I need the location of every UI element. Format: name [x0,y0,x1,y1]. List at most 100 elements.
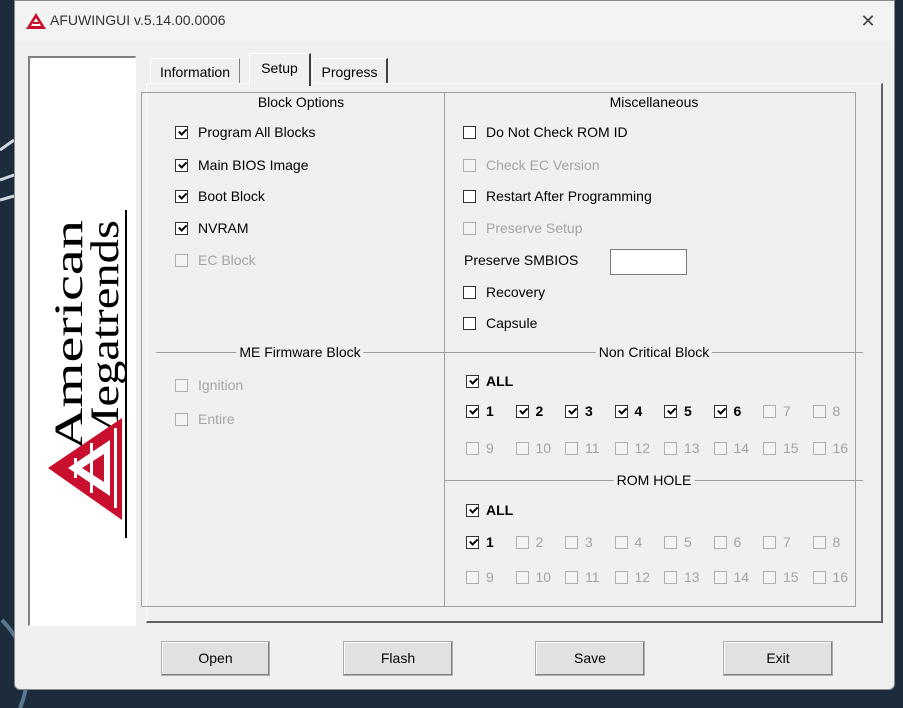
non-critical-block-3-checkbox-box[interactable] [565,404,578,418]
checkbox-do-not-check-rom-id-label: Do Not Check ROM ID [486,124,628,140]
checkbox-boot-block-box[interactable] [175,189,188,203]
checkbox-do-not-check-rom-id-box[interactable] [463,125,476,139]
checkbox-main-bios-image[interactable]: Main BIOS Image [175,156,309,174]
rom-hole-block-9-checkbox-label: 9 [486,569,494,585]
checkbox-me-ignition-box [175,378,188,392]
checkbox-restart-after-programming[interactable]: Restart After Programming [463,187,652,205]
rom-hole-block-12-checkbox: 12 [614,568,651,586]
title-bar: AFUWINGUI v.5.14.00.0006 ✕ [15,1,894,41]
rom-hole-block-10-checkbox-box [515,570,529,584]
non-critical-block-2-checkbox[interactable]: 2 [515,402,544,420]
checkbox-recovery[interactable]: Recovery [463,283,545,301]
rom-hole-block-14-checkbox-label: 14 [733,569,750,585]
non-critical-block-12-checkbox-label: 12 [634,440,651,456]
non-critical-block-16-checkbox-label: 16 [832,440,849,456]
ami-logo-icon [26,13,46,29]
rom-hole-block-12-checkbox-label: 12 [634,569,651,585]
non-critical-block-4-checkbox-box[interactable] [614,404,628,418]
rom-hole-all-checkbox-box[interactable] [466,503,479,517]
non-critical-block-15-checkbox-label: 15 [783,440,799,456]
non-critical-block-12-checkbox: 12 [614,439,651,457]
rom-hole-block-3-checkbox: 3 [565,533,593,551]
non-critical-block-6-checkbox-label: 6 [733,403,742,419]
non-critical-all-checkbox[interactable]: ALL [466,372,513,390]
rom-hole-block-1-checkbox[interactable]: 1 [466,533,494,551]
rom-hole-block-15-checkbox-label: 15 [783,569,799,585]
rom-hole-block-10-checkbox: 10 [515,568,552,586]
rom-hole-block-15-checkbox-box [763,570,776,584]
rom-hole-block-4-checkbox-label: 4 [634,534,643,550]
tab-setup[interactable]: Setup [249,53,311,86]
open-button[interactable]: Open [161,641,270,676]
rom-hole-block-5-checkbox-box [664,535,677,549]
non-critical-block-4-checkbox[interactable]: 4 [614,402,643,420]
non-critical-block-1-checkbox-box[interactable] [466,404,479,418]
rom-hole-block-10-checkbox-label: 10 [535,569,552,585]
checkbox-ec-block-label: EC Block [198,252,256,268]
non-critical-block-5-checkbox[interactable]: 5 [664,402,692,420]
checkbox-capsule-box[interactable] [463,316,476,330]
rom-hole-block-16-checkbox-box [812,570,826,584]
non-critical-block-11-checkbox: 11 [565,439,600,457]
non-critical-block-6-checkbox-box[interactable] [713,404,727,418]
non-critical-block-15-checkbox-box [763,441,776,455]
non-critical-block-2-checkbox-label: 2 [535,403,544,419]
save-button[interactable]: Save [535,641,645,676]
checkbox-nvram-box[interactable] [175,221,188,235]
checkbox-ec-block: EC Block [175,251,256,269]
non-critical-all-checkbox-box[interactable] [466,374,479,388]
exit-button[interactable]: Exit [723,641,833,676]
checkbox-do-not-check-rom-id[interactable]: Do Not Check ROM ID [463,123,628,141]
american-megatrends-logo: American Megatrends [46,210,127,538]
preserve-smbios-label: Preserve SMBIOS [464,252,579,268]
non-critical-block-1-checkbox[interactable]: 1 [466,402,494,420]
checkbox-program-all-blocks[interactable]: Program All Blocks [175,123,315,141]
rom-hole-block-8-checkbox: 8 [812,533,840,551]
rom-hole-block-13-checkbox-label: 13 [684,569,700,585]
checkbox-program-all-blocks-box[interactable] [175,125,188,139]
rom-hole-block-6-checkbox-label: 6 [733,534,742,550]
non-critical-block-6-checkbox[interactable]: 6 [713,402,742,420]
rom-hole-block-2-checkbox: 2 [515,533,544,551]
checkbox-preserve-setup-box [463,221,476,235]
non-critical-block-9-checkbox: 9 [466,439,494,457]
flash-button[interactable]: Flash [343,641,453,676]
checkbox-restart-after-programming-box[interactable] [463,189,476,203]
non-critical-block-2-checkbox-box[interactable] [515,404,529,418]
non-critical-block-16-checkbox-box [812,441,826,455]
checkbox-check-ec-version: Check EC Version [463,156,600,174]
rom-hole-block-7-checkbox: 7 [763,533,791,551]
non-critical-block-14-checkbox-box [713,441,727,455]
non-critical-block-4-checkbox-label: 4 [634,403,643,419]
checkbox-boot-block[interactable]: Boot Block [175,187,265,205]
rom-hole-block-4-checkbox: 4 [614,533,643,551]
rom-hole-all-checkbox[interactable]: ALL [466,501,513,519]
checkbox-nvram[interactable]: NVRAM [175,219,249,237]
rom-hole-block-7-checkbox-label: 7 [783,534,791,550]
non-critical-block-5-checkbox-box[interactable] [664,404,677,418]
rom-hole-block-1-checkbox-box[interactable] [466,535,479,549]
rom-hole-block-2-checkbox-label: 2 [535,534,544,550]
close-button[interactable]: ✕ [850,4,886,38]
rom-hole-block-8-checkbox-box [812,535,826,549]
checkbox-main-bios-image-box[interactable] [175,158,188,172]
block-options-title: Block Options [254,94,348,110]
checkbox-recovery-box[interactable] [463,285,476,299]
non-critical-block-1-checkbox-label: 1 [486,403,494,419]
non-critical-block-13-checkbox-label: 13 [684,440,700,456]
preserve-smbios-input[interactable] [610,249,687,275]
checkbox-me-ignition: Ignition [175,376,243,394]
rom-hole-block-15-checkbox: 15 [763,568,799,586]
rom-hole-block-9-checkbox: 9 [466,568,494,586]
non-critical-block-11-checkbox-label: 11 [585,440,600,456]
tab-progress[interactable]: Progress [312,58,388,84]
non-critical-block-3-checkbox[interactable]: 3 [565,402,593,420]
tab-information[interactable]: Information [150,58,240,84]
checkbox-capsule[interactable]: Capsule [463,314,537,332]
checkbox-check-ec-version-label: Check EC Version [486,157,600,173]
checkbox-preserve-setup-label: Preserve Setup [486,220,583,236]
me-firmware-title: ME Firmware Block [236,344,364,360]
rom-hole-block-13-checkbox-box [664,570,677,584]
non-critical-block-8-checkbox-box [812,404,826,418]
rom-hole-block-16-checkbox: 16 [812,568,848,586]
